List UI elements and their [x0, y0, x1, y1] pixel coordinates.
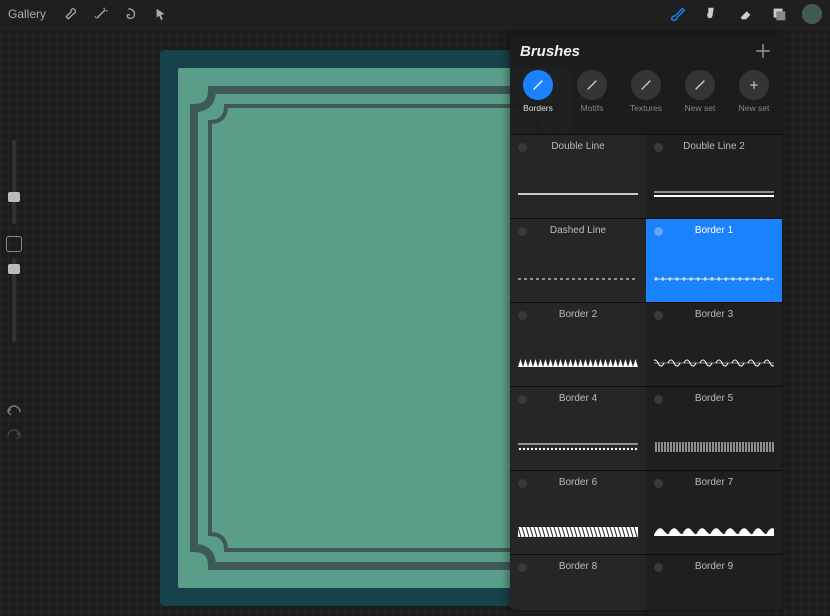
brush-label: Double Line 2 [646, 141, 782, 152]
brush-border-2[interactable]: Border 2 [510, 302, 646, 386]
modifier-button[interactable] [6, 236, 22, 252]
brush-preview [518, 269, 638, 289]
wand-icon[interactable] [88, 1, 114, 27]
brush-size-thumb[interactable] [8, 192, 20, 202]
brush-preview [654, 269, 774, 289]
category-label: Borders [523, 103, 553, 113]
brush-category-row: Borders Motifs Textures New set New set [510, 64, 782, 123]
brush-preview [518, 185, 638, 205]
brush-grid: Double LineDouble Line 2Dashed LineBorde… [510, 134, 782, 610]
brush-preview [654, 437, 774, 457]
brush-line-icon [577, 70, 607, 100]
category-label: New set [685, 103, 716, 113]
brush-preview [518, 521, 638, 541]
brush-label: Border 9 [646, 561, 782, 572]
eraser-tool-icon[interactable] [728, 0, 762, 28]
layers-icon[interactable] [762, 0, 796, 28]
brushes-panel: Brushes Borders Motifs Textures New set New … [510, 34, 782, 610]
brush-tool-icon[interactable] [660, 0, 694, 28]
brush-label: Border 2 [510, 309, 646, 320]
brush-border-7[interactable]: Border 7 [646, 470, 782, 554]
brush-border-6[interactable]: Border 6 [510, 470, 646, 554]
redo-icon[interactable] [4, 428, 24, 444]
category-label: Textures [630, 103, 662, 113]
brush-preview [654, 353, 774, 373]
brush-label: Border 7 [646, 477, 782, 488]
brush-preview [518, 605, 638, 610]
select-icon[interactable] [118, 1, 144, 27]
brush-dashed-line[interactable]: Dashed Line [510, 218, 646, 302]
brush-double-line[interactable]: Double Line [510, 134, 646, 218]
brush-label: Double Line [510, 141, 646, 152]
cursor-icon[interactable] [148, 1, 174, 27]
category-new-set[interactable]: New set [676, 70, 724, 113]
brush-preview [654, 521, 774, 541]
brush-border-8[interactable]: Border 8 [510, 554, 646, 610]
category-borders[interactable]: Borders [514, 70, 562, 113]
brush-label: Border 4 [510, 393, 646, 404]
brush-border-3[interactable]: Border 3 [646, 302, 782, 386]
brush-line-icon [523, 70, 553, 100]
brush-size-slider[interactable] [12, 140, 16, 224]
opacity-slider[interactable] [12, 258, 16, 342]
brush-preview [518, 437, 638, 457]
category-label: Motifs [581, 103, 604, 113]
brush-line-icon [631, 70, 661, 100]
brush-border-1[interactable]: Border 1 [646, 218, 782, 302]
brush-border-4[interactable]: Border 4 [510, 386, 646, 470]
wrench-icon[interactable] [58, 1, 84, 27]
brush-preview [654, 605, 774, 610]
brush-preview [518, 353, 638, 373]
brush-label: Border 1 [646, 225, 782, 236]
smudge-tool-icon[interactable] [694, 0, 728, 28]
add-brush-icon[interactable] [754, 42, 772, 60]
brush-double-line-2[interactable]: Double Line 2 [646, 134, 782, 218]
brush-label: Border 6 [510, 477, 646, 488]
opacity-thumb[interactable] [8, 264, 20, 274]
brush-label: Dashed Line [510, 225, 646, 236]
left-slider-rail [0, 140, 28, 348]
panel-title: Brushes [520, 43, 580, 60]
brush-label: Border 5 [646, 393, 782, 404]
category-new-set[interactable]: New set [730, 70, 778, 113]
color-swatch[interactable] [802, 4, 822, 24]
brush-border-9[interactable]: Border 9 [646, 554, 782, 610]
undo-icon[interactable] [4, 404, 24, 420]
brush-label: Border 8 [510, 561, 646, 572]
gallery-link[interactable]: Gallery [8, 7, 46, 21]
category-textures[interactable]: Textures [622, 70, 670, 113]
brush-preview [654, 185, 774, 205]
brush-border-5[interactable]: Border 5 [646, 386, 782, 470]
category-motifs[interactable]: Motifs [568, 70, 616, 113]
brush-line-icon [685, 70, 715, 100]
top-toolbar: Gallery [0, 0, 830, 28]
category-label: New set [739, 103, 770, 113]
brush-label: Border 3 [646, 309, 782, 320]
plus-icon [739, 70, 769, 100]
